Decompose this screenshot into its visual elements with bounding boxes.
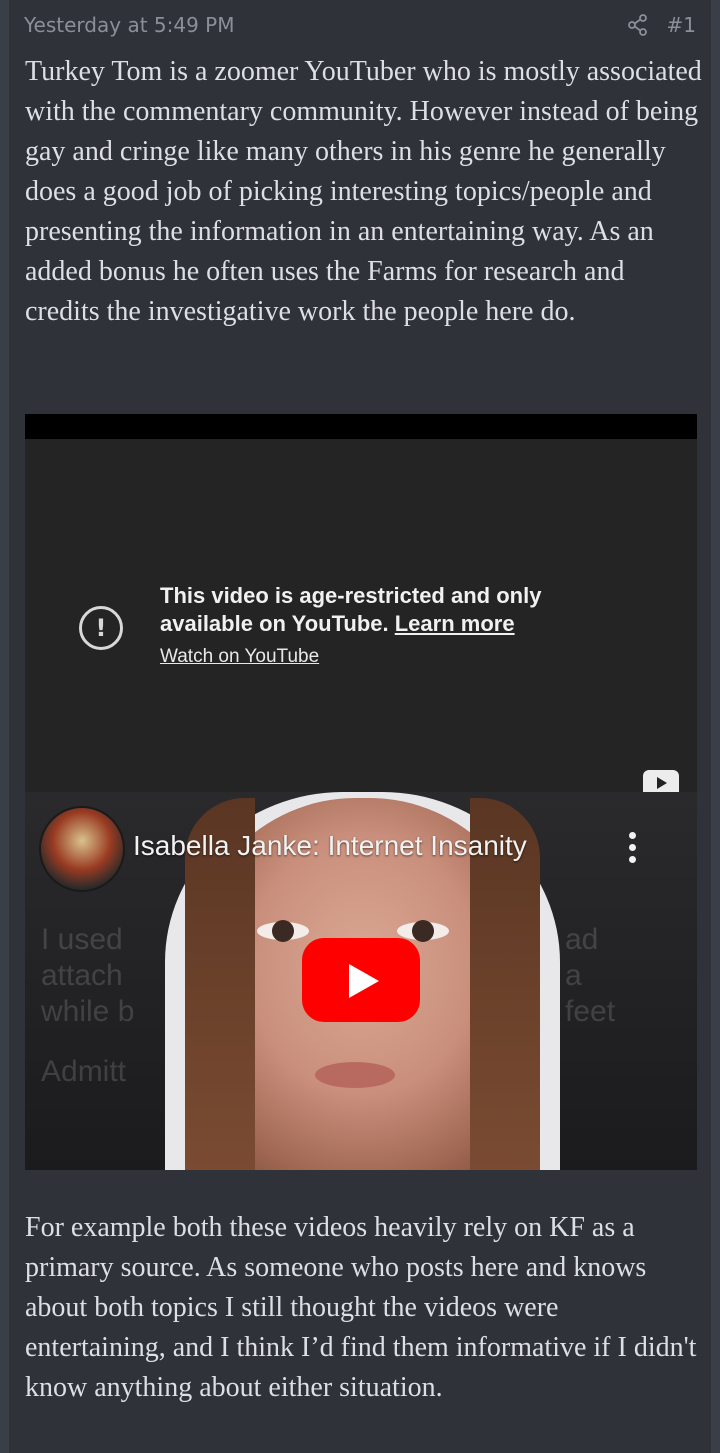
watch-on-youtube-link[interactable]: Watch on YouTube (160, 646, 319, 668)
post-paragraph-1: Turkey Tom is a zoomer YouTuber who is m… (25, 56, 702, 327)
video-title[interactable]: Isabella Janke: Internet Insanity (133, 830, 527, 862)
learn-more-link[interactable]: Learn more (395, 611, 515, 636)
exclamation-circle-icon: ! (79, 606, 123, 650)
post-timestamp[interactable]: Yesterday at 5:49 PM (24, 13, 235, 37)
right-border (711, 0, 720, 1453)
forum-post-page: Yesterday at 5:49 PM #1 Turkey Tom is a … (0, 0, 720, 1453)
channel-avatar[interactable] (39, 806, 125, 892)
post-header: Yesterday at 5:49 PM #1 (24, 8, 696, 42)
youtube-embed[interactable]: ! This video is age-restricted and only … (25, 414, 697, 1170)
thumbnail-bg-text-bottom: Admitt (41, 1055, 127, 1088)
embed-top-bar (25, 414, 697, 439)
post-paragraph-2: For example both these videos heavily re… (25, 1212, 697, 1403)
age-restriction-message: This video is age-restricted and only av… (160, 582, 580, 638)
play-button-icon[interactable] (302, 938, 420, 1022)
kebab-menu-icon[interactable] (625, 832, 639, 868)
post-header-actions: #1 (627, 13, 696, 37)
video-thumbnail[interactable]: I used attach while b ad a feet Admitt I… (25, 792, 697, 1170)
share-icon[interactable] (627, 14, 649, 36)
thumbnail-eye-left (257, 920, 309, 942)
left-border (0, 0, 9, 1453)
thumbnail-lips (315, 1062, 395, 1088)
thumbnail-eye-right (397, 920, 449, 942)
thumbnail-bg-text-left: I used attach while b (41, 923, 135, 1028)
post-number-link[interactable]: #1 (667, 13, 696, 37)
youtube-logo-icon[interactable] (643, 770, 679, 794)
thumbnail-bg-text-right: ad a feet (565, 923, 616, 1028)
